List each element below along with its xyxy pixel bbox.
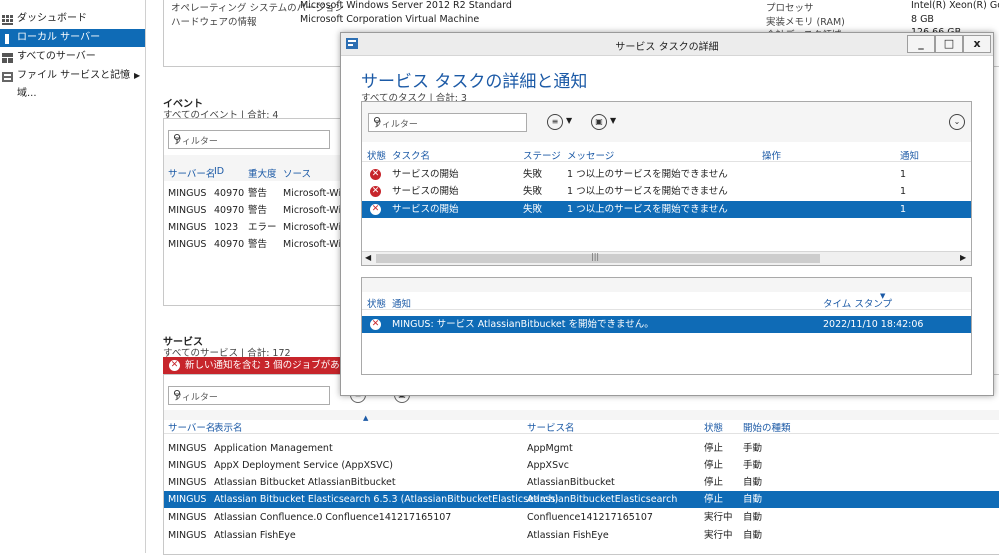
table-row[interactable]: MINGUS Atlassian Bitbucket AtlassianBitbu… <box>164 474 999 491</box>
col-service-name[interactable]: サービス名 <box>527 420 575 434</box>
scroll-right-icon[interactable]: ▶ <box>960 253 966 262</box>
col-message[interactable]: メッセージ <box>567 148 614 162</box>
dialog-heading: サービス タスクの詳細と通知 <box>361 72 588 92</box>
error-icon: ✕ <box>169 360 180 371</box>
col-source[interactable]: ソース <box>283 166 311 180</box>
sidebar-item-file-services[interactable]: ファイル サービスと記憶域... ▶ <box>0 67 145 99</box>
col-display-name[interactable]: 表示名 <box>214 420 243 434</box>
table-row-selected[interactable]: ✕ サービスの開始 失敗 1 つ以上のサービスを開始できません 1 <box>362 201 971 218</box>
col-notification[interactable]: 通知 <box>900 148 919 162</box>
dialog-titlebar[interactable]: サービス タスクの詳細 _ □ x <box>341 33 993 56</box>
events-filter-input[interactable]: フィルター ⚲ <box>168 130 330 149</box>
table-row[interactable]: MINGUS 40970 警告 Microsoft-Win <box>168 236 347 253</box>
col-severity[interactable]: 重大度 <box>248 166 277 180</box>
sidebar-item-label: ファイル サービスと記憶域... <box>17 70 131 99</box>
col-status[interactable]: 状態 <box>367 296 386 310</box>
col-status[interactable]: 状態 <box>704 420 723 434</box>
table-row[interactable]: ✕ サービスの開始 失敗 1 つ以上のサービスを開始できません 1 <box>362 183 971 200</box>
grip-icon: ||| <box>591 252 600 261</box>
col-task-name[interactable]: タスク名 <box>392 148 430 162</box>
services-alert-bar[interactable]: ✕ 新しい通知を含む 3 個のジョブがあります。 <box>163 357 377 374</box>
save-query-icon[interactable]: ▣ <box>591 114 607 130</box>
horizontal-scrollbar[interactable]: ◀ ||| ▶ <box>362 251 971 265</box>
sort-up-icon: ▲ <box>363 414 369 422</box>
table-row[interactable]: MINGUS 40970 警告 Microsoft-Win <box>168 202 347 219</box>
task-filter-input[interactable]: フィルター ⚲ <box>368 113 527 132</box>
services-filter-input[interactable]: フィルター ⚲ <box>168 386 330 405</box>
sidebar-item-label: すべてのサーバー <box>17 51 96 62</box>
col-stage[interactable]: ステージ <box>523 148 561 162</box>
col-server-name[interactable]: サーバー名 <box>168 166 215 180</box>
sidebar-item-local-server[interactable]: ローカル サーバー <box>0 29 145 47</box>
list-options-icon[interactable]: ≡ <box>547 114 563 130</box>
col-timestamp[interactable]: タイム スタンプ <box>823 296 892 310</box>
task-pane: フィルター ⚲ ≡ ▼ ▣ ▼ ⌄ 状態 タスク名 ステージ メッセージ 操作 … <box>361 101 972 266</box>
table-row[interactable]: ✕ サービスの開始 失敗 1 つ以上のサービスを開始できません 1 <box>362 166 971 183</box>
close-button[interactable]: x <box>963 35 991 53</box>
table-row[interactable]: MINGUS AppX Deployment Service (AppXSVC) A… <box>164 457 999 474</box>
col-server-name[interactable]: サーバー名 <box>168 420 215 434</box>
error-icon: ✕ <box>370 169 381 180</box>
chevron-down-icon[interactable]: ▼ <box>610 116 616 125</box>
services-toolbar <box>164 410 999 420</box>
servers-icon <box>2 52 13 63</box>
table-row[interactable]: MINGUS Atlassian FishEye Atlassian FishEye… <box>164 527 999 544</box>
task-details-dialog: サービス タスクの詳細 _ □ x サービス タスクの詳細と通知 すべてのタスク… <box>340 32 994 396</box>
col-status[interactable]: 状態 <box>367 148 386 162</box>
table-row[interactable]: MINGUS Application Management AppMgmt 停止 手動 <box>164 440 999 457</box>
table-row-selected[interactable]: MINGUS Atlassian Bitbucket Elasticsearch … <box>164 491 999 508</box>
error-icon: ✕ <box>370 319 381 330</box>
sidebar-item-dashboard[interactable]: ダッシュボード <box>0 10 145 28</box>
scroll-left-icon[interactable]: ◀ <box>365 253 371 262</box>
file-services-icon <box>2 71 13 82</box>
maximize-button[interactable]: □ <box>935 35 963 53</box>
sidebar: ダッシュボード ローカル サーバー すべてのサーバー ファイル サービスと記憶域… <box>0 0 146 553</box>
error-icon: ✕ <box>370 204 381 215</box>
col-start-type[interactable]: 開始の種類 <box>743 420 791 434</box>
col-operation[interactable]: 操作 <box>762 148 781 162</box>
minimize-button[interactable]: _ <box>907 35 935 53</box>
dashboard-icon <box>2 14 13 25</box>
chevron-right-icon: ▶ <box>134 71 141 80</box>
table-row-selected[interactable]: ✕ MINGUS: サービス AtlassianBitbucket を開始できま… <box>362 316 971 333</box>
col-id[interactable]: ID <box>214 166 224 177</box>
search-icon[interactable]: ⚲ <box>373 115 522 128</box>
dialog-window-title: サービス タスクの詳細 <box>615 42 719 53</box>
sidebar-item-label: ダッシュボード <box>17 13 87 24</box>
notification-pane: ▼ 状態 通知 タイム スタンプ ✕ MINGUS: サービス Atlassia… <box>361 277 972 375</box>
table-row[interactable]: MINGUS 40970 警告 Microsoft-Win <box>168 185 347 202</box>
expand-icon[interactable]: ⌄ <box>949 114 965 130</box>
search-icon[interactable]: ⚲ <box>173 388 325 401</box>
table-row[interactable]: MINGUS 1023 エラー Microsoft-Win <box>168 219 347 236</box>
search-icon[interactable]: ⚲ <box>173 132 325 145</box>
sidebar-item-label: ローカル サーバー <box>17 32 101 43</box>
sidebar-item-all-servers[interactable]: すべてのサーバー <box>0 48 145 66</box>
chevron-down-icon[interactable]: ▼ <box>566 116 572 125</box>
col-notification[interactable]: 通知 <box>392 296 411 310</box>
error-icon: ✕ <box>370 186 381 197</box>
table-row[interactable]: MINGUS Atlassian Confluence.0 Confluence1… <box>164 509 999 526</box>
server-icon <box>2 33 13 44</box>
